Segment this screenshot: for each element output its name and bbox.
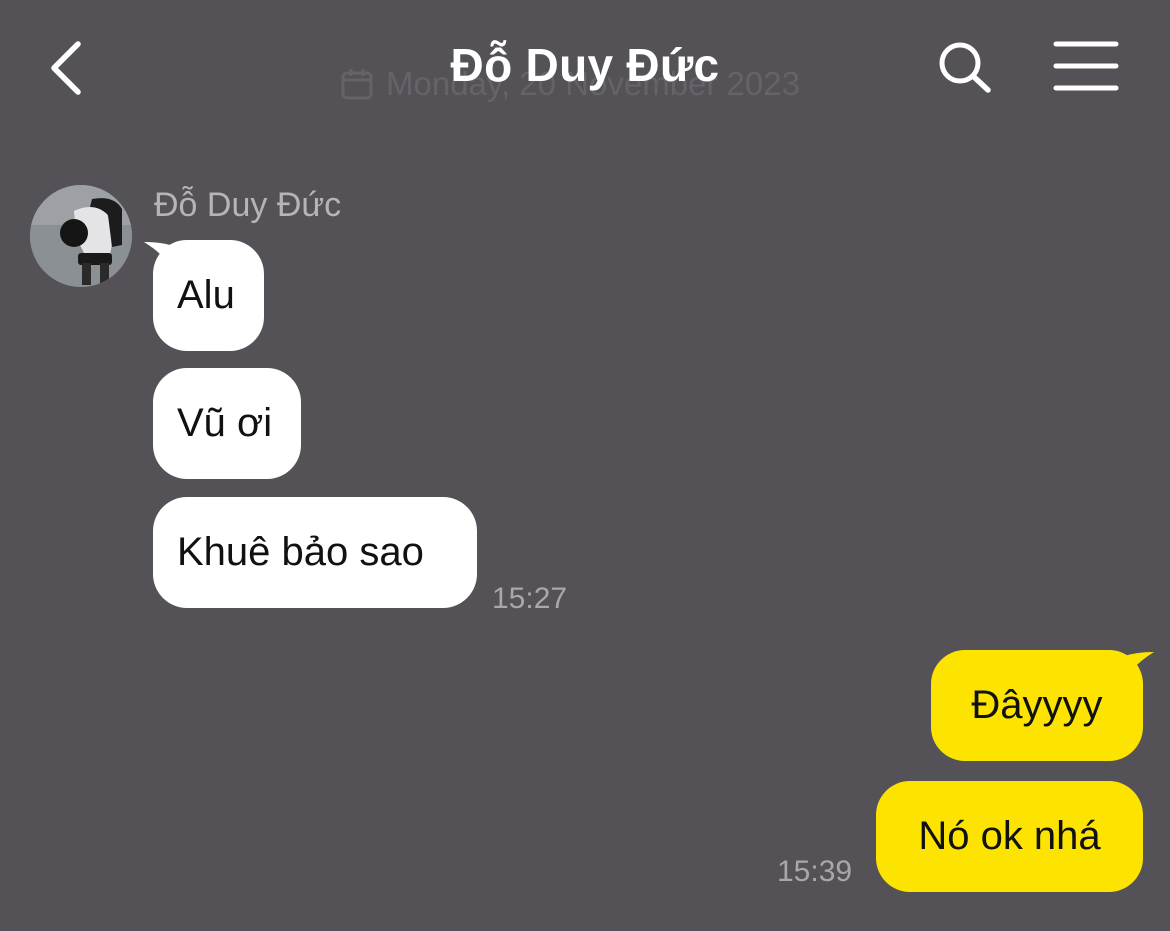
message-bubble-incoming[interactable]: Vũ ơi [153, 368, 301, 479]
message-bubble-outgoing[interactable]: Nó ok nhá [876, 781, 1143, 892]
search-button[interactable] [930, 36, 996, 98]
chevron-left-icon [51, 41, 81, 95]
back-button[interactable] [44, 36, 92, 100]
message-text: Alu [177, 273, 235, 317]
message-text: Khuê bảo sao [177, 530, 424, 574]
message-bubble-incoming[interactable]: Khuê bảo sao [153, 497, 477, 608]
sender-name: Đỗ Duy Đức [154, 186, 342, 224]
page-title: Đỗ Duy Đức [450, 39, 720, 91]
message-text: Đâyyyy [971, 683, 1103, 727]
avatar[interactable] [30, 185, 132, 287]
chat-header: Monday, 20 November 2023 Đỗ Duy Đức [0, 0, 1170, 130]
message-bubble-incoming[interactable]: Alu [153, 240, 264, 351]
search-icon [939, 42, 991, 93]
message-bubble-outgoing[interactable]: Đâyyyy [931, 650, 1143, 761]
hamburger-menu-icon [1053, 41, 1119, 91]
message-timestamp: 15:27 [492, 582, 568, 615]
message-timestamp: 15:39 [777, 855, 853, 888]
menu-button[interactable] [1052, 38, 1122, 94]
message-text: Vũ ơi [177, 401, 273, 445]
message-text: Nó ok nhá [918, 814, 1101, 858]
